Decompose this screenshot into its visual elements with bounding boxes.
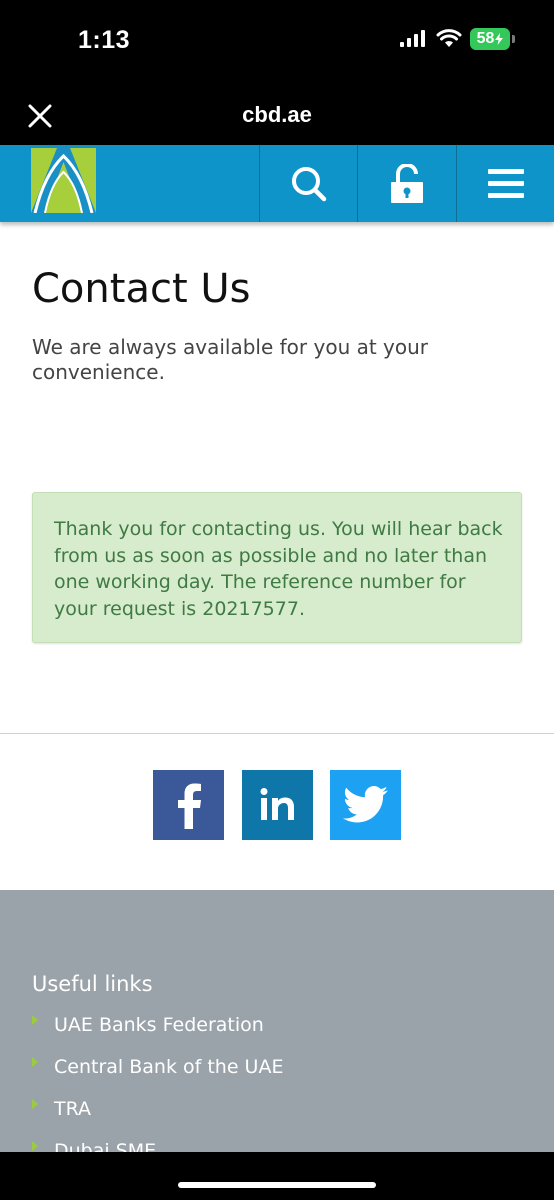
cellular-signal-icon (400, 30, 425, 47)
footer-link-label: UAE Banks Federation (54, 1014, 264, 1036)
page-subtitle: We are always available for you at your … (32, 335, 429, 384)
footer-link-label: Central Bank of the UAE (54, 1056, 284, 1078)
login-button[interactable] (357, 145, 455, 222)
status-time: 1:13 (78, 26, 131, 54)
footer-title: Useful links (32, 972, 153, 996)
footer: Useful links UAE Banks Federation Centra… (0, 890, 554, 1162)
success-message: Thank you for contacting us. You will he… (54, 518, 503, 620)
footer-link-tra[interactable]: TRA (32, 1098, 283, 1140)
footer-link-uae-banks-federation[interactable]: UAE Banks Federation (32, 1014, 283, 1056)
bullet-arrow-icon (32, 1015, 38, 1025)
status-bar: 1:13 58 (0, 0, 554, 88)
menu-icon (487, 168, 524, 198)
site-header (0, 145, 554, 222)
browser-bar: cbd.ae (0, 88, 554, 145)
bullet-arrow-icon (32, 1141, 38, 1151)
footer-link-label: TRA (54, 1098, 92, 1120)
success-alert: Thank you for contacting us. You will he… (32, 492, 522, 643)
menu-button[interactable] (456, 145, 554, 222)
divider (0, 733, 554, 734)
facebook-link[interactable] (153, 770, 224, 840)
battery-level: 58 (476, 30, 495, 47)
lock-icon (390, 163, 423, 203)
twitter-link[interactable] (330, 770, 401, 840)
bullet-arrow-icon (32, 1057, 38, 1067)
footer-link-central-bank[interactable]: Central Bank of the UAE (32, 1056, 283, 1098)
bullet-arrow-icon (32, 1099, 38, 1109)
home-indicator[interactable] (178, 1182, 376, 1188)
linkedin-icon (260, 788, 294, 820)
search-button[interactable] (259, 145, 357, 222)
linkedin-link[interactable] (242, 770, 313, 840)
twitter-icon (342, 786, 388, 823)
battery-indicator: 58 (470, 28, 515, 50)
facebook-icon (177, 783, 201, 829)
search-icon (291, 166, 326, 201)
browser-url-title: cbd.ae (242, 102, 312, 127)
status-icons: 58 (400, 28, 515, 50)
charging-bolt-icon (495, 33, 504, 45)
home-bar-area (0, 1152, 554, 1200)
cbd-logo[interactable] (31, 148, 96, 213)
wifi-icon (436, 29, 462, 47)
page-title: Contact Us (32, 266, 251, 312)
